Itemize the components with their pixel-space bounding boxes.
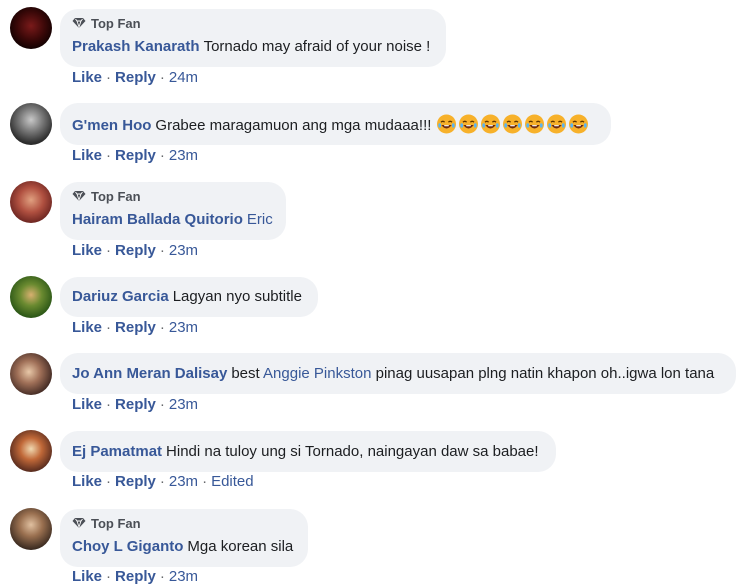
comment-text: Lagyan nyo subtitle bbox=[172, 288, 302, 305]
comment-actions: Like · Reply · 23m bbox=[72, 147, 199, 164]
comment-timestamp[interactable]: 23m bbox=[169, 147, 198, 164]
like-button[interactable]: Like bbox=[72, 473, 102, 490]
comment-text: Grabee maragamuon ang mga mudaaa!!! bbox=[155, 117, 432, 134]
reply-button[interactable]: Reply bbox=[115, 147, 156, 164]
comment-timestamp[interactable]: 23m bbox=[169, 473, 198, 490]
comment-author[interactable]: Prakash Kanarath bbox=[72, 38, 200, 55]
comment-bubble: Top Fan Choy L Giganto Mga korean sila bbox=[60, 509, 308, 567]
edited-label: Edited bbox=[211, 473, 254, 490]
avatar[interactable] bbox=[10, 353, 52, 395]
like-button[interactable]: Like bbox=[72, 242, 102, 259]
mention-link[interactable]: Anggie Pinkston bbox=[263, 365, 371, 382]
comment-text: Hindi na tuloy ung si Tornado, naingayan… bbox=[166, 443, 539, 460]
like-button[interactable]: Like bbox=[72, 396, 102, 413]
comment-text[interactable]: Eric bbox=[247, 211, 273, 228]
top-fan-badge: Top Fan bbox=[72, 515, 296, 531]
comment-text: Mga korean sila bbox=[187, 538, 294, 555]
comment-actions: Like · Reply · 23m bbox=[72, 568, 199, 585]
top-fan-label: Top Fan bbox=[91, 515, 141, 531]
avatar[interactable] bbox=[10, 7, 52, 49]
like-button[interactable]: Like bbox=[72, 319, 102, 336]
like-button[interactable]: Like bbox=[72, 568, 102, 585]
avatar[interactable] bbox=[10, 508, 52, 550]
laughing-tears-emoji-icon bbox=[546, 114, 567, 140]
avatar[interactable] bbox=[10, 430, 52, 472]
laughing-tears-emoji-icon bbox=[458, 114, 479, 140]
comment-bubble: Dariuz Garcia Lagyan nyo subtitle bbox=[60, 277, 318, 317]
comment-actions: Like · Reply · 23m bbox=[72, 319, 199, 336]
comment-author[interactable]: Choy L Giganto bbox=[72, 538, 183, 555]
laughing-tears-emoji-icon bbox=[436, 114, 457, 140]
comment-actions: Like · Reply · 24m bbox=[72, 69, 199, 86]
comment-bubble: G'men Hoo Grabee maragamuon ang mga mudaa… bbox=[60, 103, 611, 145]
top-fan-badge: Top Fan bbox=[72, 188, 274, 204]
comment-timestamp[interactable]: 23m bbox=[169, 396, 198, 413]
like-button[interactable]: Like bbox=[72, 69, 102, 86]
top-fan-label: Top Fan bbox=[91, 15, 141, 31]
reply-button[interactable]: Reply bbox=[115, 396, 156, 413]
comment-actions: Like · Reply · 23m · Edited bbox=[72, 473, 254, 490]
comment-text-prefix: best bbox=[231, 365, 260, 382]
comment-timestamp[interactable]: 23m bbox=[169, 319, 198, 336]
reply-button[interactable]: Reply bbox=[115, 473, 156, 490]
diamond-icon bbox=[72, 18, 86, 29]
comment-author[interactable]: Dariuz Garcia bbox=[72, 288, 169, 305]
comment-author[interactable]: Hairam Ballada Quitorio bbox=[72, 211, 243, 228]
avatar[interactable] bbox=[10, 181, 52, 223]
laughing-tears-emoji-icon bbox=[568, 114, 589, 140]
comment-bubble: Jo Ann Meran Dalisay best Anggie Pinkston… bbox=[60, 353, 736, 394]
reply-button[interactable]: Reply bbox=[115, 568, 156, 585]
comment-actions: Like · Reply · 23m bbox=[72, 396, 199, 413]
emoji-row bbox=[436, 114, 590, 134]
comment-bubble: Top Fan Hairam Ballada Quitorio Eric bbox=[60, 182, 286, 240]
top-fan-badge: Top Fan bbox=[72, 15, 434, 31]
comment-author[interactable]: G'men Hoo bbox=[72, 117, 151, 134]
comment-timestamp[interactable]: 23m bbox=[169, 242, 198, 259]
comment-text: Tornado may afraid of your noise ! bbox=[203, 38, 431, 55]
reply-button[interactable]: Reply bbox=[115, 69, 156, 86]
like-button[interactable]: Like bbox=[72, 147, 102, 164]
reply-button[interactable]: Reply bbox=[115, 242, 156, 259]
comment-timestamp[interactable]: 24m bbox=[169, 69, 198, 86]
avatar[interactable] bbox=[10, 276, 52, 318]
laughing-tears-emoji-icon bbox=[524, 114, 545, 140]
comment-author[interactable]: Jo Ann Meran Dalisay bbox=[72, 365, 227, 382]
diamond-icon bbox=[72, 518, 86, 529]
avatar[interactable] bbox=[10, 103, 52, 145]
diamond-icon bbox=[72, 191, 86, 202]
reply-button[interactable]: Reply bbox=[115, 319, 156, 336]
laughing-tears-emoji-icon bbox=[480, 114, 501, 140]
comment-author[interactable]: Ej Pamatmat bbox=[72, 443, 162, 460]
comment-timestamp[interactable]: 23m bbox=[169, 568, 198, 585]
top-fan-label: Top Fan bbox=[91, 188, 141, 204]
comment-text: pinag uusapan plng natin khapon oh..igwa… bbox=[375, 365, 715, 382]
comment-actions: Like · Reply · 23m bbox=[72, 242, 199, 259]
comment-bubble: Top Fan Prakash Kanarath Tornado may afra… bbox=[60, 9, 446, 67]
laughing-tears-emoji-icon bbox=[502, 114, 523, 140]
comment-bubble: Ej Pamatmat Hindi na tuloy ung si Tornado… bbox=[60, 431, 556, 472]
